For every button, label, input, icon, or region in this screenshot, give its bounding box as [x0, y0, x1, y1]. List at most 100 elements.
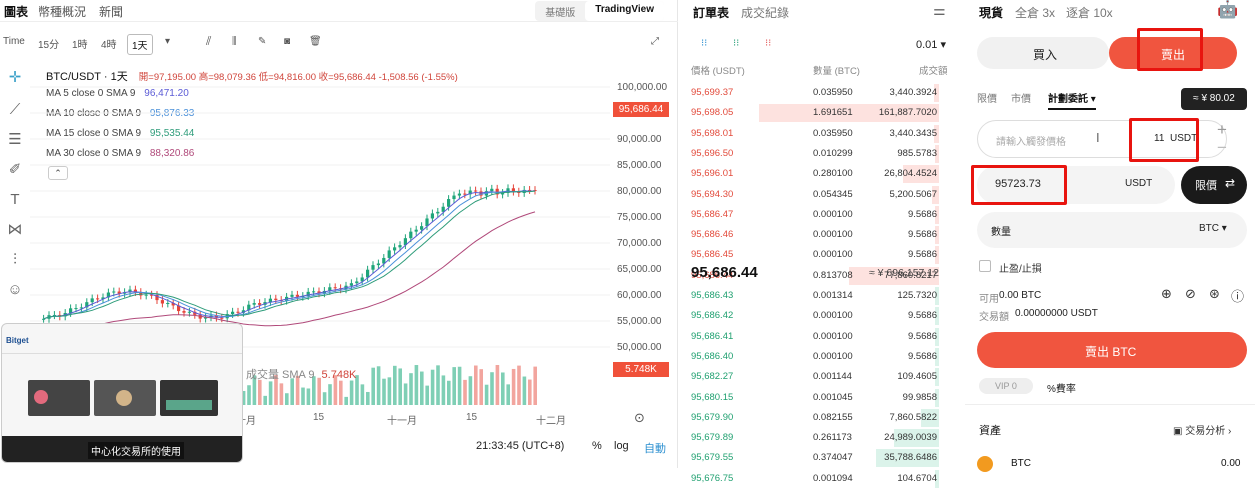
tpsl-checkbox[interactable] — [979, 260, 991, 272]
interval-4h[interactable]: 4時 — [101, 36, 117, 51]
pattern-icon[interactable]: ⋈ — [5, 220, 25, 240]
download-icon[interactable]: ⊛ — [1209, 286, 1220, 302]
y-tick: 70,000.00 — [617, 238, 662, 249]
interval-1d[interactable]: 1天 — [127, 34, 153, 55]
horizontal-lines-icon[interactable]: ☰ — [5, 130, 25, 150]
ask-row[interactable]: 95,698.01 0.035950 3,440.3435 — [679, 124, 949, 144]
available-label: 可用 — [979, 294, 999, 305]
row-amount: 0.035950 — [813, 127, 853, 139]
crosshair-icon[interactable]: ✛ — [5, 68, 25, 88]
chevron-down-icon[interactable]: ▾ — [165, 36, 170, 47]
mode-basic[interactable]: 基礎版 — [535, 1, 585, 21]
candle — [295, 294, 299, 297]
fullscreen-icon[interactable]: ⤢ — [651, 36, 659, 47]
emoji-icon[interactable]: ☺ — [5, 280, 25, 300]
bid-row[interactable]: 95,686.43 0.001314 125.7320 — [679, 286, 949, 306]
tab-chart[interactable]: 圖表 — [4, 3, 28, 20]
order-type-limit[interactable]: 限價 — [977, 90, 997, 105]
pencil-icon[interactable]: ✎ — [258, 36, 266, 47]
trendline-icon[interactable]: ⟋ — [5, 100, 25, 120]
x-tick: 十一月 — [387, 416, 417, 427]
tab-orderbook[interactable]: 訂單表 — [693, 4, 729, 21]
volume-bar — [414, 365, 419, 405]
info-icon[interactable]: ⓘ — [1231, 286, 1244, 305]
pct-toggle[interactable]: % — [592, 440, 602, 452]
row-total: 985.5783 — [897, 147, 937, 159]
order-type-market[interactable]: 市價 — [1011, 90, 1031, 105]
fib-icon[interactable]: ⫶ — [5, 250, 25, 270]
trash-icon[interactable]: 🗑 — [309, 36, 322, 47]
order-type-plan[interactable]: 計劃委託 ▾ — [1048, 90, 1096, 110]
brush-icon[interactable]: ✐ — [5, 160, 25, 180]
row-amount: 0.001094 — [813, 472, 853, 484]
tab-news[interactable]: 新聞 — [99, 3, 123, 20]
ask-row[interactable]: 95,698.05 1.691651 161,887.7020 — [679, 103, 949, 123]
plus-circle-icon[interactable]: ⊕ — [1161, 286, 1172, 302]
y-tick: 55,000.00 — [617, 316, 662, 327]
ask-row[interactable]: 95,686.46 0.000100 9.5686 — [679, 225, 949, 245]
settings-icon[interactable]: ⊙ — [634, 410, 645, 426]
volume-bar — [468, 376, 473, 405]
view-both-icon[interactable]: ⁝⁝ — [701, 38, 707, 49]
y-tick: 85,000.00 — [617, 160, 662, 171]
ask-row[interactable]: 95,694.30 0.054345 5,200.5067 — [679, 185, 949, 205]
bid-row[interactable]: 95,679.89 0.261173 24,989.0039 — [679, 428, 949, 448]
candle-type-icon[interactable]: ⫼ — [232, 36, 237, 47]
sliders-icon[interactable]: ⚌ — [933, 2, 946, 19]
tab-spot[interactable]: 現貨 — [979, 4, 1003, 21]
view-bids-icon[interactable]: ⁝⁝ — [733, 38, 739, 49]
volume-bar — [247, 385, 251, 405]
volume-bar — [403, 383, 408, 405]
qty-unit-select: BTC ▾ — [1199, 223, 1227, 234]
candle — [220, 317, 224, 319]
tab-trades[interactable]: 成交紀錄 — [741, 4, 789, 21]
ask-row[interactable]: 95,699.37 0.035950 3,440.3924 — [679, 83, 949, 103]
tab-isolated[interactable]: 逐倉 10x — [1066, 4, 1113, 21]
fee-rate-link[interactable]: %費率 — [1047, 380, 1076, 395]
row-price: 95,696.01 — [691, 168, 734, 180]
bid-row[interactable]: 95,680.15 0.001045 99.9858 — [679, 388, 949, 408]
precision-select[interactable]: 0.01 ▾ — [916, 38, 946, 51]
row-price: 95,694.30 — [691, 188, 734, 200]
row-total: 3,440.3924 — [889, 87, 937, 98]
candle — [430, 213, 434, 219]
bid-row[interactable]: 95,679.55 0.374047 35,788.6486 — [679, 448, 949, 468]
buy-tab[interactable]: 買入 — [977, 37, 1109, 69]
row-amount: 0.000100 — [813, 229, 853, 241]
increase-icon[interactable]: + — [1217, 120, 1227, 140]
volume-bar — [452, 367, 456, 405]
ask-row[interactable]: 95,686.45 0.000100 9.5686 — [679, 245, 949, 265]
bid-row[interactable]: 95,686.41 0.000100 9.5686 — [679, 327, 949, 347]
quantity-input[interactable]: 數量 BTC ▾ — [977, 212, 1247, 248]
row-price: 95,686.47 — [691, 208, 734, 220]
view-asks-icon[interactable]: ⁝⁝ — [765, 38, 771, 49]
text-tool-icon[interactable]: T — [5, 190, 25, 210]
tab-overview[interactable]: 幣種概況 — [38, 3, 86, 20]
bid-row[interactable]: 95,679.90 0.082155 7,860.5822 — [679, 408, 949, 428]
limit-price-button[interactable]: 限價 ⇄ — [1181, 166, 1247, 204]
mode-tradingview[interactable]: TradingView — [585, 1, 664, 21]
sell-btc-button[interactable]: 賣出 BTC — [977, 332, 1247, 368]
bid-row[interactable]: 95,682.27 0.001144 109.4605 — [679, 367, 949, 387]
ask-row[interactable]: 95,686.47 0.000100 9.5686 — [679, 205, 949, 225]
ask-row[interactable]: 95,696.01 0.280100 26,804.4524 — [679, 164, 949, 184]
volume-bar — [279, 383, 284, 405]
bid-row[interactable]: 95,676.75 0.001094 104.6704 — [679, 469, 949, 489]
decrease-icon[interactable]: − — [1217, 138, 1227, 158]
interval-15m[interactable]: 15分 — [38, 36, 59, 51]
bid-row[interactable]: 95,686.40 0.000100 9.5686 — [679, 347, 949, 367]
transfer-icon[interactable]: ⊘ — [1185, 286, 1196, 302]
assets-title: 資產 — [979, 425, 1001, 437]
volume-bar — [382, 378, 386, 405]
interval-1h[interactable]: 1時 — [72, 36, 88, 51]
log-toggle[interactable]: log — [614, 440, 629, 452]
camera-icon[interactable]: ◙ — [284, 36, 290, 47]
indicator-icon[interactable]: ⫽ — [206, 34, 211, 49]
tab-cross[interactable]: 全倉 3x — [1015, 4, 1055, 21]
thumb-card — [160, 380, 218, 416]
auto-toggle[interactable]: 自動 — [644, 440, 666, 456]
ask-row[interactable]: 95,696.50 0.010299 985.5783 — [679, 144, 949, 164]
bid-row[interactable]: 95,686.42 0.000100 9.5686 — [679, 306, 949, 326]
trade-analysis-link[interactable]: ▣ 交易分析 › — [1173, 422, 1231, 437]
robot-icon[interactable]: 🤖 — [1217, 0, 1238, 20]
